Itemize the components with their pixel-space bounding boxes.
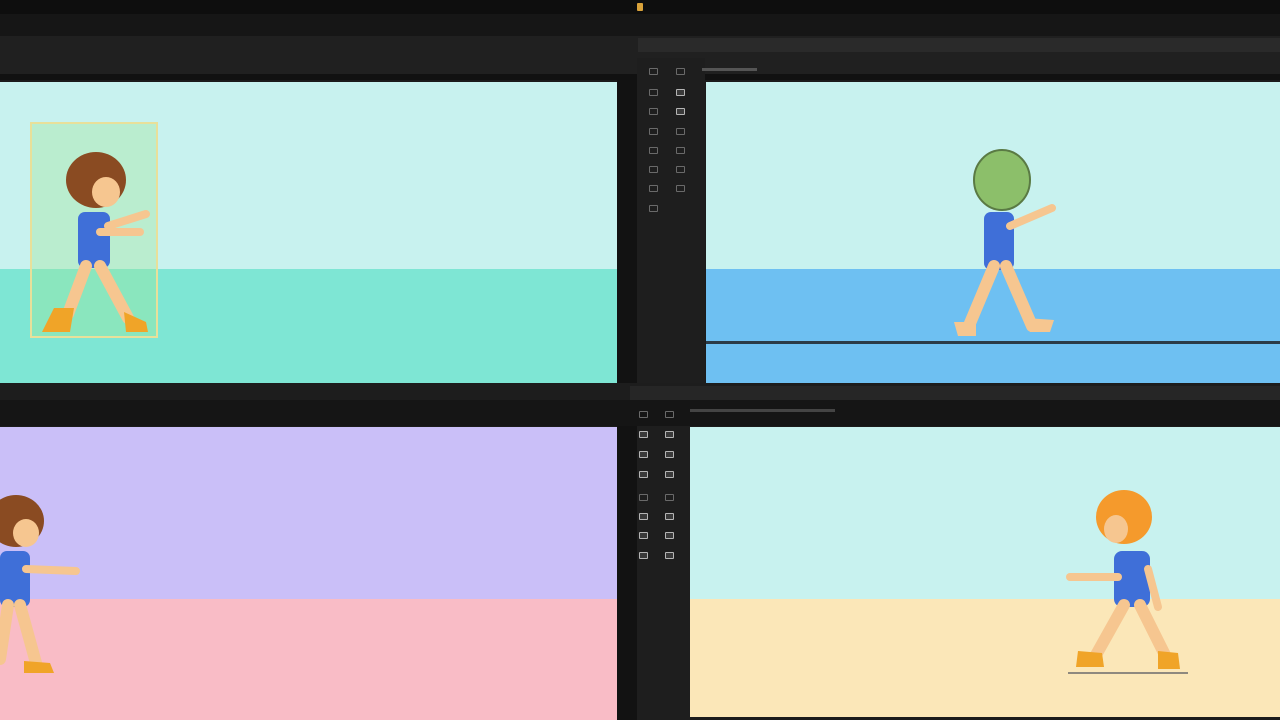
scene-ground	[0, 599, 617, 720]
layers-icon[interactable]	[638, 493, 648, 501]
pen-icon[interactable]	[675, 127, 685, 135]
shape-icon[interactable]	[638, 531, 648, 539]
rotate-icon[interactable]	[638, 470, 648, 478]
canvas-scene-top-left[interactable]	[0, 82, 617, 383]
link-icon[interactable]	[664, 450, 674, 458]
grid-icon[interactable]	[638, 450, 648, 458]
menu-bar	[0, 14, 1280, 36]
character-walking-right	[954, 149, 1056, 336]
brush-icon[interactable]	[675, 184, 685, 192]
move-icon[interactable]	[664, 410, 674, 418]
mask-icon[interactable]	[664, 470, 674, 478]
scale-icon[interactable]	[675, 88, 685, 96]
brush-icon[interactable]	[664, 512, 674, 520]
eraser-icon[interactable]	[664, 551, 674, 559]
eraser-icon[interactable]	[648, 204, 658, 212]
rotate-icon[interactable]	[648, 107, 658, 115]
canvas-scene-bottom-left[interactable]	[0, 427, 617, 720]
eyedropper-icon[interactable]	[648, 184, 658, 192]
tools-panel-bottom	[637, 400, 690, 720]
hand-icon[interactable]	[675, 165, 685, 173]
crop-icon[interactable]	[675, 107, 685, 115]
window-control-icon[interactable]	[637, 3, 643, 11]
panel-header-top	[702, 68, 757, 71]
select-icon[interactable]	[638, 410, 648, 418]
canvas-scene-top-right[interactable]	[706, 82, 1280, 383]
text-icon[interactable]	[648, 146, 658, 154]
mask-icon[interactable]	[648, 127, 658, 135]
pen-icon[interactable]	[638, 512, 648, 520]
zoom-icon[interactable]	[648, 165, 658, 173]
options-bar-strip	[638, 38, 1280, 52]
move-icon[interactable]	[648, 88, 658, 96]
panel-header-bottom	[690, 409, 835, 412]
text-icon[interactable]	[664, 493, 674, 501]
shape-icon[interactable]	[675, 146, 685, 154]
second-options-bar	[630, 386, 1280, 400]
canvas-scene-bottom-right[interactable]	[690, 427, 1280, 717]
character-walking-left	[1066, 490, 1188, 674]
layers-icon[interactable]	[675, 67, 685, 75]
transform-icon[interactable]	[664, 430, 674, 438]
grid-icon[interactable]	[648, 67, 658, 75]
crop-icon[interactable]	[638, 430, 648, 438]
zoom-icon[interactable]	[664, 531, 674, 539]
hand-icon[interactable]	[638, 551, 648, 559]
scene-sky	[0, 427, 617, 599]
character-walking-right	[42, 152, 150, 332]
character-walking-right	[0, 495, 80, 673]
